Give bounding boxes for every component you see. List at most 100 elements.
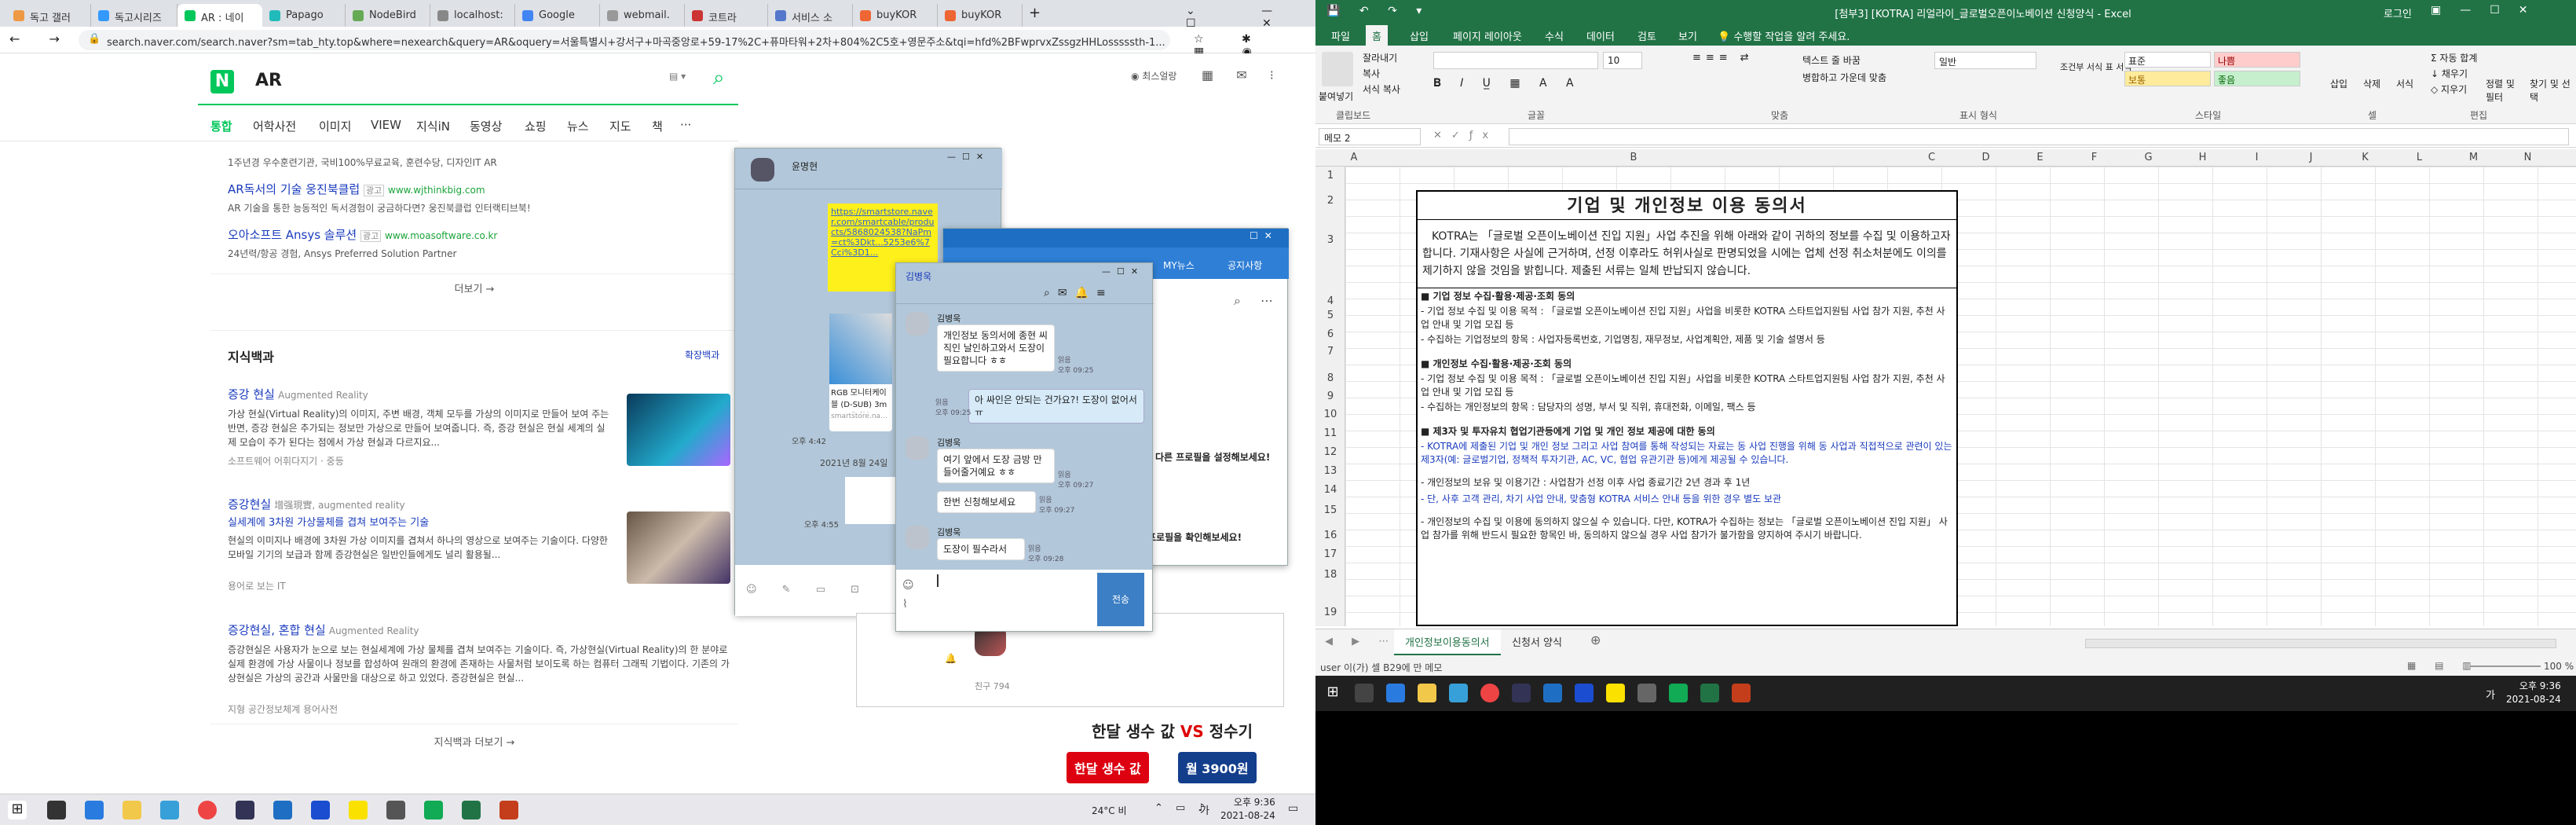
- formula-icons[interactable]: ✕✓ƒx: [1433, 130, 1498, 141]
- message-bubble[interactable]: 도장이 필수라서: [937, 538, 1025, 560]
- powerpoint-icon[interactable]: [499, 801, 518, 820]
- new-tab-icon[interactable]: +: [1029, 5, 1041, 21]
- profile-prompt[interactable]: 프로필을 확인해보세요!: [1147, 530, 1242, 544]
- user-menu[interactable]: ◉ 최스얼랑: [1131, 69, 1176, 82]
- row-header[interactable]: 1: [1315, 170, 1345, 182]
- kb-title-link[interactable]: 증강 현실: [228, 387, 275, 402]
- row-header[interactable]: 13: [1315, 465, 1345, 477]
- tab-data[interactable]: 데이터: [1586, 28, 1615, 43]
- search-query[interactable]: AR: [255, 71, 282, 90]
- tab-notice[interactable]: 공지사항: [1228, 258, 1262, 272]
- tab-view[interactable]: 보기: [1678, 28, 1697, 43]
- delete-cells-button[interactable]: 삭제: [2363, 77, 2380, 90]
- browser-tab[interactable]: NodeBird: [346, 4, 430, 27]
- row-header[interactable]: 3: [1315, 234, 1345, 246]
- emoji-attach-icons[interactable]: ☺ ⌇: [902, 576, 914, 614]
- signin-button[interactable]: 로그인: [2384, 6, 2412, 20]
- tab-home[interactable]: 홈: [1366, 25, 1388, 46]
- column-header[interactable]: H: [2175, 152, 2230, 163]
- browser-tab[interactable]: Google: [515, 4, 600, 27]
- row-header[interactable]: 14: [1315, 484, 1345, 496]
- kakao-chat-window[interactable]: 김병욱 —☐✕ ⌕✉🔔≡ 김병욱 개인정보 동의서에 종현 씨 직인 날인하고와…: [895, 262, 1154, 632]
- horizontal-scrollbar[interactable]: [2085, 639, 2556, 648]
- excel-icon[interactable]: [1700, 684, 1719, 702]
- clock[interactable]: 오후 9:36 2021-08-24: [1220, 796, 1275, 823]
- row-header[interactable]: 16: [1315, 530, 1345, 541]
- edge-icon[interactable]: [160, 801, 179, 820]
- browser-tab[interactable]: buyKOR: [853, 4, 938, 27]
- zoom-level[interactable]: 100 %: [2544, 661, 2574, 672]
- tab-video[interactable]: 동영상: [470, 118, 502, 134]
- tell-me-box[interactable]: 💡 수행할 작업을 알려 주세요.: [1718, 28, 1850, 43]
- banner-button[interactable]: 월 3900원: [1178, 752, 1257, 783]
- paste-icon[interactable]: [1322, 52, 1353, 86]
- tab-news[interactable]: 뉴스: [567, 118, 589, 134]
- avatar[interactable]: [906, 436, 929, 460]
- browser-tab[interactable]: Papago: [262, 4, 346, 27]
- app-icon[interactable]: [1512, 684, 1531, 702]
- explorer-icon[interactable]: [123, 801, 141, 820]
- edge-icon[interactable]: [1449, 684, 1468, 702]
- worksheet-grid[interactable]: 기업 및 개인정보 이용 동의서 KOTRA는 「글로벌 오픈이노베이션 진입 …: [1345, 167, 2576, 626]
- taskview-icon[interactable]: [47, 801, 66, 820]
- avatar[interactable]: [906, 526, 929, 549]
- column-header[interactable]: A: [1345, 152, 1363, 163]
- window-controls[interactable]: ▣—☐✕: [2431, 4, 2547, 16]
- kakaotalk-icon[interactable]: [1606, 684, 1625, 702]
- quick-access-icons[interactable]: 💾 ↶ ↷ ▾: [1326, 5, 1429, 17]
- app-icon[interactable]: [1543, 684, 1562, 702]
- row-header[interactable]: 2: [1315, 195, 1345, 207]
- column-header[interactable]: K: [2338, 152, 2392, 163]
- row-header[interactable]: 4: [1315, 295, 1345, 307]
- ad-title-link[interactable]: AR독서의 기술 웅진북클럽: [228, 182, 360, 196]
- taskview-icon[interactable]: [1355, 684, 1374, 702]
- kb-more-button[interactable]: 지식백과 더보기 →: [210, 724, 738, 755]
- browser-tab[interactable]: localhost:: [430, 4, 515, 27]
- formula-input[interactable]: [1509, 128, 2569, 145]
- style-normal[interactable]: 표준: [2124, 52, 2211, 68]
- sort-filter-button[interactable]: 정렬 및 필터: [2486, 77, 2525, 104]
- view-mode-icons[interactable]: ▦ ▤ ▥: [2407, 660, 2479, 671]
- tab-formulas[interactable]: 수식: [1545, 28, 1564, 43]
- product-card[interactable]: RGB 모니터케이블 (D-SUB) 3m RGB케이블 smartstore.…: [829, 314, 892, 431]
- row-header[interactable]: 10: [1315, 409, 1345, 420]
- font-format-icons[interactable]: 𝐁 𝐼 U̲ ▦ A A: [1433, 77, 1582, 90]
- style-bad[interactable]: 나쁨: [2214, 52, 2300, 68]
- wrap-merge-buttons[interactable]: 텍스트 줄 바꿈 병합하고 가운데 맞춤: [1802, 52, 1886, 86]
- tab-page-layout[interactable]: 페이지 레이아웃: [1453, 28, 1522, 43]
- notification-icon[interactable]: ▭: [1288, 802, 1298, 815]
- browser-tab[interactable]: 독고 갤러: [6, 4, 91, 27]
- tab-insert[interactable]: 삽입: [1410, 28, 1429, 43]
- tab-map[interactable]: 지도: [609, 118, 631, 134]
- naver-logo[interactable]: N: [210, 70, 234, 94]
- app-icon[interactable]: [273, 801, 292, 820]
- clipboard-buttons[interactable]: 잘라내기 복사 서식 복사: [1363, 50, 1400, 97]
- bell-icon[interactable]: 🔔: [945, 653, 957, 664]
- kb-title-link[interactable]: 증강현실: [228, 497, 271, 512]
- powerpoint-icon[interactable]: [1732, 684, 1751, 702]
- tab-view[interactable]: VIEW: [371, 118, 401, 132]
- style-good[interactable]: 좋음: [2214, 71, 2300, 86]
- edit-buttons[interactable]: Σ 자동 합계 ↓ 채우기 ◇ 지우기: [2431, 50, 2477, 97]
- style-neutral[interactable]: 보통: [2124, 71, 2211, 86]
- explorer-icon[interactable]: [1418, 684, 1436, 702]
- browser-tab-active[interactable]: AR : 네이: [177, 4, 262, 27]
- message-bubble[interactable]: 한번 신청해보세요: [937, 491, 1036, 513]
- vscode-icon[interactable]: [85, 801, 104, 820]
- avatar[interactable]: [906, 312, 929, 336]
- message-bubble[interactable]: 여기 앞에서 도장 금방 만들어줄거예요 ㅎㅎ: [937, 449, 1055, 483]
- more-button[interactable]: 더보기 →: [210, 273, 738, 297]
- banner-button[interactable]: 한달 생수 값: [1067, 752, 1149, 783]
- zoom-slider[interactable]: [2470, 666, 2541, 667]
- message-bubble[interactable]: 개인정보 동의서에 종현 씨 직인 날인하고와서 도장이 필요합니다 ㅎㅎ: [937, 324, 1055, 372]
- profile-prompt[interactable]: 다른 프로필을 설정해보세요!: [1155, 450, 1270, 464]
- message-bubble-mine[interactable]: 아 싸인은 안되는 건가요?! 도장이 없어서 ㅠ: [968, 389, 1144, 424]
- ad-banner[interactable]: 한달 생수 값 VS 정수기 한달 생수 값 월 3900원: [1013, 711, 1288, 790]
- browser-tab[interactable]: 코트라: [685, 4, 768, 27]
- tab-review[interactable]: 검토: [1637, 28, 1656, 43]
- window-controls[interactable]: —☐✕: [1102, 266, 1144, 277]
- row-header[interactable]: 19: [1315, 607, 1345, 618]
- number-format-select[interactable]: 일반: [1934, 52, 2036, 69]
- input-tools-icons[interactable]: ☺ ✎ ▭ ⊡: [746, 584, 870, 596]
- column-header[interactable]: L: [2392, 152, 2446, 163]
